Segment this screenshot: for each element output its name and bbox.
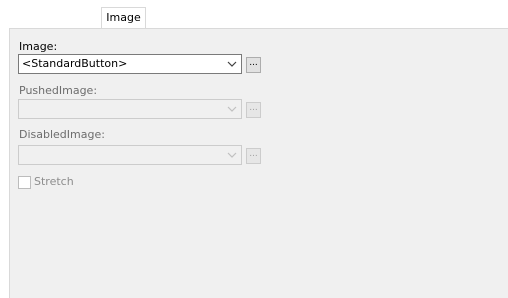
- disabled-image-combobox[interactable]: [18, 145, 242, 165]
- chevron-down-icon[interactable]: [227, 105, 237, 113]
- stretch-checkbox[interactable]: [18, 176, 31, 189]
- pushed-image-browse-button[interactable]: ...: [246, 102, 261, 118]
- image-properties-panel: Image: <StandardButton> ... PushedImage:…: [9, 28, 508, 298]
- chevron-down-icon[interactable]: [227, 151, 237, 159]
- pushed-image-combobox[interactable]: [18, 99, 242, 119]
- image-combobox[interactable]: <StandardButton>: [18, 54, 242, 74]
- chevron-down-icon[interactable]: [227, 60, 237, 68]
- image-browse-button[interactable]: ...: [246, 57, 261, 73]
- tab-image[interactable]: Image: [101, 7, 146, 29]
- disabled-image-browse-button[interactable]: ...: [246, 148, 261, 164]
- pushed-image-label: PushedImage:: [19, 84, 98, 97]
- stretch-label: Stretch: [34, 175, 74, 188]
- image-label: Image:: [19, 40, 58, 53]
- disabled-image-label: DisabledImage:: [19, 128, 105, 141]
- image-combobox-value: <StandardButton>: [22, 57, 128, 70]
- tab-strip: Image: [0, 0, 508, 29]
